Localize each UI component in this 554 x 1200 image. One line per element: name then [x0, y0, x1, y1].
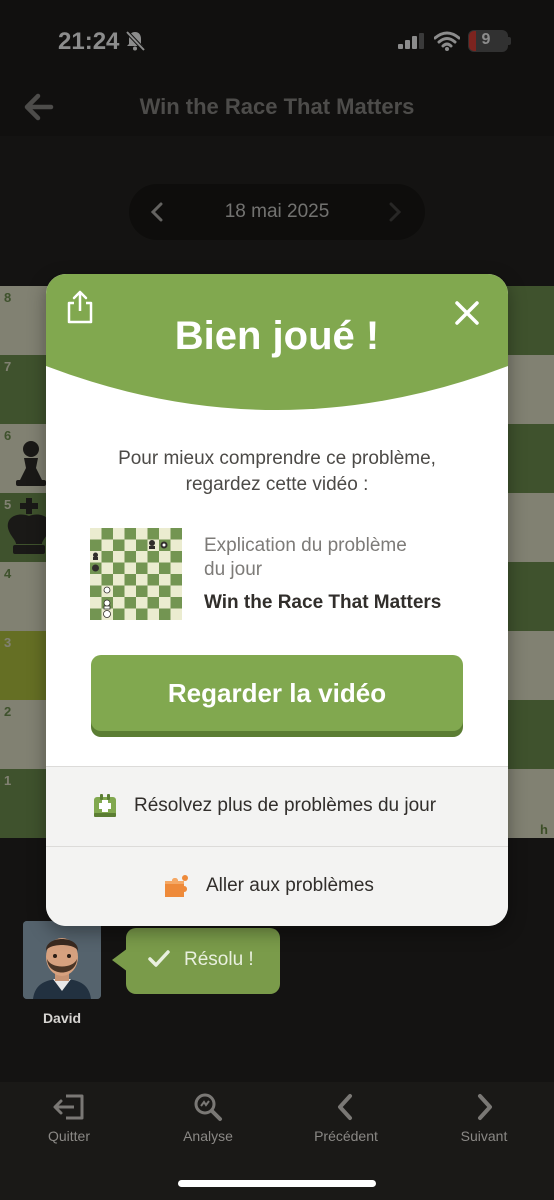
solved-bubble: Résolu ! [126, 928, 280, 994]
solved-label: Résolu ! [184, 949, 254, 970]
video-title: Win the Race That Matters [204, 592, 442, 613]
success-modal: Bien joué ! Pour mieux comprendre ce pro… [46, 274, 508, 926]
daily-puzzle-icon [94, 794, 116, 817]
check-icon [148, 950, 170, 967]
puzzle-piece-icon [165, 875, 188, 897]
more-daily-puzzles-row[interactable]: Résolvez plus de problèmes du jour [46, 766, 508, 846]
video-subtitle-line: Explication du problème [204, 535, 407, 556]
video-subtitle: Explication du problème du jour [204, 534, 464, 582]
screen: 21:24 9 Win the Race That Matters 18 mai… [0, 0, 554, 1200]
next-label: Suivant [460, 1128, 508, 1144]
avatar [23, 921, 101, 999]
exit-icon [53, 1094, 84, 1120]
watch-video-label: Regarder la vidéo [167, 677, 387, 708]
quit-button[interactable]: Quitter [14, 1092, 124, 1144]
magnifier-icon [194, 1093, 222, 1121]
analysis-label: Analyse [183, 1128, 233, 1144]
go-to-puzzles-row[interactable]: Aller aux problèmes [46, 846, 508, 926]
go-to-puzzles-label: Aller aux problèmes [206, 875, 374, 896]
description-line: regardez cette vidéo : [185, 474, 369, 495]
chevron-left-icon [338, 1094, 352, 1120]
video-thumbnail[interactable] [90, 528, 182, 620]
description-line: Pour mieux comprendre ce problème, [118, 448, 436, 469]
modal-description: Pour mieux comprendre ce problème, regar… [76, 446, 478, 498]
chevron-right-icon [478, 1094, 492, 1120]
video-subtitle-line: du jour [204, 559, 263, 580]
coach-portrait-icon [23, 921, 101, 999]
previous-label: Précédent [314, 1128, 378, 1144]
more-daily-puzzles-label: Résolvez plus de problèmes du jour [134, 795, 437, 816]
analysis-button[interactable]: Analyse [153, 1092, 263, 1144]
watch-video-button[interactable]: Regarder la vidéo [91, 655, 463, 731]
previous-button[interactable]: Précédent [291, 1092, 401, 1144]
quit-label: Quitter [47, 1128, 90, 1144]
next-button[interactable]: Suivant [429, 1092, 539, 1144]
home-indicator[interactable] [178, 1180, 376, 1187]
coach-name: David [42, 1010, 82, 1026]
modal-title: Bien joué ! [174, 314, 380, 358]
